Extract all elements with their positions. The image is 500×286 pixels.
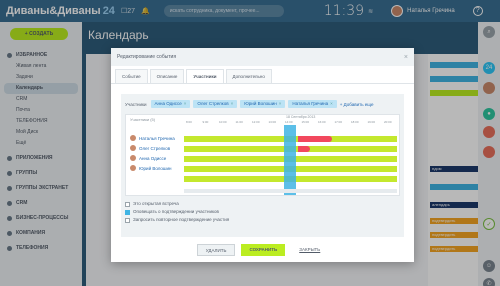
- time-label: 12:00: [252, 120, 260, 124]
- avatar: [130, 155, 136, 161]
- delete-button[interactable]: УДАЛИТЬ: [196, 244, 236, 256]
- remove-icon[interactable]: ×: [330, 101, 333, 106]
- tab-item[interactable]: Событие: [115, 69, 148, 83]
- attendees-panel: Участники Анна Одиссе × Олег Стрелков × Юрий…: [121, 94, 404, 237]
- availability-grid: Участники (5) 18 Сентября 2013 8:00 9:00 1…: [125, 114, 400, 196]
- dialog-footer: УДАЛИТЬ СОХРАНИТЬ ЗАКРЫТЬ: [111, 238, 414, 262]
- tab-item[interactable]: Описание: [149, 69, 185, 83]
- option-label: Это открытая встреча: [133, 201, 179, 206]
- edit-event-dialog: Редактирование события × Событие Описание…: [111, 48, 414, 262]
- grid-header-label: Участники (5): [130, 117, 156, 122]
- time-label: 8:00: [186, 120, 192, 124]
- attendees-label: Участники: [125, 101, 147, 107]
- grid-header: Участники (5) 18 Сентября 2013 8:00 9:00 1…: [126, 115, 399, 125]
- selected-timeslot[interactable]: [284, 125, 296, 195]
- checkbox[interactable]: [125, 209, 130, 215]
- time-label: 19:00: [367, 120, 376, 124]
- tab-item[interactable]: Участники: [186, 69, 224, 83]
- attendee-person[interactable]: Анна Одиссе: [130, 155, 166, 161]
- attendees-row: Участники Анна Одиссе × Олег Стрелков × Юрий…: [125, 98, 400, 110]
- grid-date: 18 Сентября 2013: [286, 115, 316, 119]
- dialog-header: Редактирование события ×: [111, 48, 414, 66]
- checkbox[interactable]: [125, 217, 130, 223]
- option-checkbox-row[interactable]: Запросить повторное подтверждение участи…: [125, 216, 229, 224]
- option-label: Оповещать о подтверждении участников: [133, 209, 219, 214]
- time-label: 13:00: [268, 120, 277, 124]
- option-checkbox-row[interactable]: Оповещать о подтверждении участников: [125, 208, 229, 216]
- time-label: 20:00: [384, 120, 392, 124]
- option-label: Запросить повторное подтверждение участи…: [133, 217, 230, 222]
- attendee-chip[interactable]: Наталья Гречина ×: [288, 100, 337, 108]
- time-label: 9:00: [202, 120, 209, 124]
- attendee-person[interactable]: Олег Стрелков: [130, 145, 170, 151]
- attendee-row: [126, 175, 399, 183]
- grid-scrollbar[interactable]: [184, 189, 397, 193]
- attendee-row: Наталья Гречина: [126, 135, 399, 143]
- attendee-name: Олег Стрелков: [197, 101, 229, 106]
- busy-slot: [298, 146, 310, 152]
- attendee-chip[interactable]: Юрий Волошин ×: [240, 100, 286, 108]
- checkbox[interactable]: [125, 201, 130, 207]
- dialog-title: Редактирование события: [117, 54, 177, 60]
- option-checkbox-row[interactable]: Это открытая встреча: [125, 200, 229, 208]
- remove-icon[interactable]: ×: [231, 101, 234, 106]
- time-label: 14:00: [285, 120, 293, 124]
- time-label: 11:00: [235, 120, 243, 124]
- time-label: 17:00: [334, 120, 343, 124]
- attendee-options: Это открытая встреча Оповещать о подтверж…: [125, 200, 229, 224]
- attendee-name: Анна Одиссе: [154, 101, 182, 106]
- attendee-chips: Анна Одиссе × Олег Стрелков × Юрий Волошин × Н…: [150, 100, 340, 108]
- attendee-name: Олег Стрелков: [139, 145, 171, 151]
- attendee-name: Юрий Волошин: [244, 101, 277, 106]
- time-label: 15:00: [301, 120, 310, 124]
- tab-item[interactable]: Дополнительно: [225, 69, 272, 83]
- attendee-name: Наталья Гречина: [292, 101, 329, 106]
- close-button[interactable]: ЗАКРЫТЬ: [291, 244, 328, 256]
- avatar: [130, 135, 136, 141]
- attendee-name: Наталья Гречина: [139, 135, 175, 141]
- time-label: 16:00: [318, 120, 326, 124]
- remove-icon[interactable]: ×: [184, 101, 187, 106]
- busy-slot: [298, 136, 332, 142]
- dialog-tabs: Событие Описание Участники Дополнительно: [111, 69, 414, 84]
- attendee-person[interactable]: Юрий Волошин: [130, 165, 172, 171]
- attendee-chip[interactable]: Анна Одиссе ×: [150, 100, 191, 108]
- avatar: [130, 165, 136, 171]
- avatar: [130, 145, 136, 151]
- attendee-name: Анна Одиссе: [139, 155, 167, 161]
- time-label: 10:00: [219, 120, 227, 124]
- close-icon[interactable]: ×: [404, 54, 408, 61]
- add-attendee-link[interactable]: + Добавить еще: [340, 102, 374, 107]
- attendee-row: Юрий Волошин: [126, 165, 399, 173]
- save-button[interactable]: СОХРАНИТЬ: [241, 244, 286, 256]
- attendee-row: Анна Одиссе: [126, 155, 399, 163]
- attendee-chip[interactable]: Олег Стрелков ×: [193, 100, 238, 108]
- attendee-row: Олег Стрелков: [126, 145, 399, 153]
- time-label: 18:00: [351, 120, 359, 124]
- attendee-name: Юрий Волошин: [139, 165, 172, 171]
- remove-icon[interactable]: ×: [279, 101, 282, 106]
- attendee-person[interactable]: Наталья Гречина: [130, 135, 175, 141]
